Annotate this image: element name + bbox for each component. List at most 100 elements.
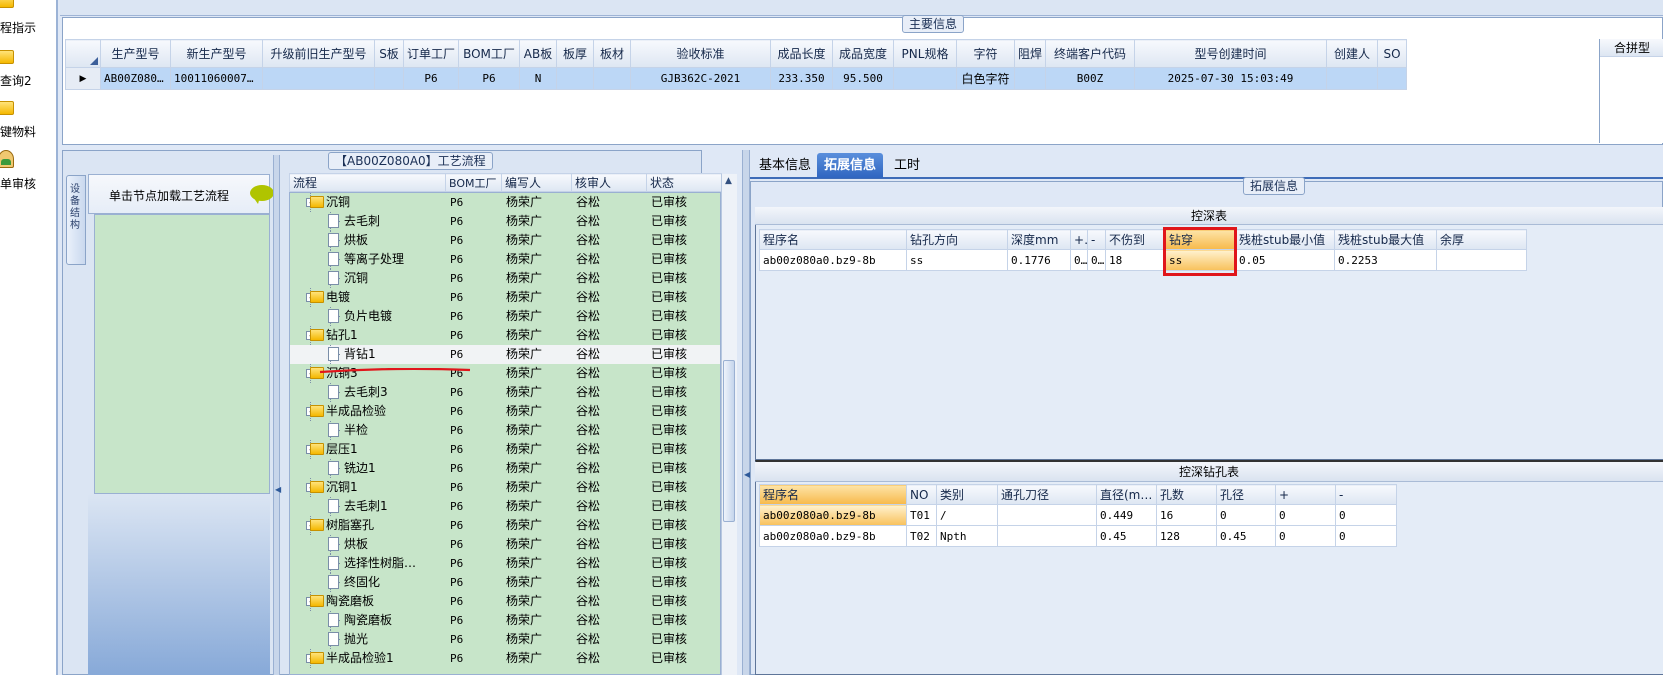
- tree-leaf-node[interactable]: 沉铜 P6 杨荣广 谷松 已审核: [290, 269, 720, 288]
- col-header[interactable]: 直径(mm): [1096, 484, 1157, 505]
- col-header[interactable]: +: [1070, 229, 1088, 250]
- tree-group-node[interactable]: -沉铜P6杨荣广谷松已审核: [290, 193, 720, 212]
- cell[interactable]: P6: [458, 67, 520, 90]
- tree-group-node[interactable]: -半成品检验P6杨荣广谷松已审核: [290, 402, 720, 421]
- tree-group-node[interactable]: -钻孔1P6杨荣广谷松已审核: [290, 326, 720, 345]
- tree-leaf-node[interactable]: 烘板 P6 杨荣广 谷松 已审核: [290, 231, 720, 250]
- col-header[interactable]: -: [1335, 484, 1397, 505]
- col-header[interactable]: BOM工厂: [445, 173, 502, 192]
- cell[interactable]: B00Z: [1045, 67, 1135, 90]
- col-header[interactable]: 程序名: [759, 229, 907, 250]
- tree-leaf-node[interactable]: 去毛刺3 P6 杨荣广 谷松 已审核: [290, 383, 720, 402]
- cell[interactable]: [1436, 249, 1527, 271]
- cell[interactable]: [374, 67, 404, 90]
- col-header[interactable]: 不伤到: [1105, 229, 1166, 250]
- tree-group-node[interactable]: -层压1P6杨荣广谷松已审核: [290, 440, 720, 459]
- cell[interactable]: [262, 67, 375, 90]
- col-header[interactable]: 残桩stub最小值: [1235, 229, 1335, 250]
- table-row[interactable]: ab00z080a0.bz9-8b ss 0.1776 0.… 0.… 18 s…: [759, 249, 1527, 271]
- col-header[interactable]: 成品宽度: [832, 39, 894, 68]
- cell[interactable]: 0.…: [1070, 249, 1088, 271]
- splitter-right[interactable]: ◀: [742, 150, 750, 675]
- main-info-row[interactable]: ▶ AB00Z080A0 10011060007152 P6 P6 N GJB3…: [65, 67, 1649, 90]
- cell[interactable]: [997, 504, 1097, 526]
- col-header[interactable]: 板材: [593, 39, 631, 68]
- col-header[interactable]: 板厚: [556, 39, 594, 68]
- cell[interactable]: 0.2253: [1334, 249, 1437, 271]
- cell[interactable]: ss: [906, 249, 1008, 271]
- cell[interactable]: 0: [1275, 525, 1336, 547]
- cell[interactable]: GJB362C-2021: [630, 67, 771, 90]
- col-header[interactable]: 验收标准: [630, 39, 771, 68]
- cell[interactable]: [1377, 67, 1407, 90]
- cell[interactable]: 0: [1335, 525, 1397, 547]
- tree-leaf-node[interactable]: 等离子处理 P6 杨荣广 谷松 已审核: [290, 250, 720, 269]
- cell[interactable]: [997, 525, 1097, 547]
- tab-basic-info[interactable]: 基本信息: [752, 153, 818, 178]
- col-header[interactable]: 孔数: [1156, 484, 1217, 505]
- cell[interactable]: T02: [906, 525, 937, 547]
- col-header[interactable]: 余厚: [1436, 229, 1527, 250]
- cell[interactable]: [1014, 67, 1046, 90]
- cell[interactable]: 16: [1156, 504, 1217, 526]
- tree-leaf-node[interactable]: 陶瓷磨板 P6 杨荣广 谷松 已审核: [290, 611, 720, 630]
- col-header[interactable]: 流程: [289, 173, 446, 192]
- tree-leaf-node[interactable]: 负片电镀 P6 杨荣广 谷松 已审核: [290, 307, 720, 326]
- col-header[interactable]: AB板: [519, 39, 557, 68]
- col-header[interactable]: 钻孔方向: [906, 229, 1008, 250]
- col-header[interactable]: 孔径: [1216, 484, 1276, 505]
- col-header[interactable]: 字符: [956, 39, 1015, 68]
- tree-group-node[interactable]: -陶瓷磨板P6杨荣广谷松已审核: [290, 592, 720, 611]
- cell[interactable]: [1326, 67, 1378, 90]
- cell[interactable]: ab00z080a0.bz9-8b: [759, 249, 907, 271]
- cell[interactable]: [893, 67, 957, 90]
- col-header[interactable]: 核审人: [571, 173, 647, 192]
- col-header[interactable]: 阻焊: [1014, 39, 1046, 68]
- cell[interactable]: 0.05: [1235, 249, 1335, 271]
- tree-leaf-node[interactable]: 选择性树脂… P6 杨荣广 谷松 已审核: [290, 554, 720, 573]
- cell-selected[interactable]: ab00z080a0.bz9-8b: [759, 504, 907, 526]
- cell[interactable]: 128: [1156, 525, 1217, 547]
- col-header-program[interactable]: 程序名: [759, 484, 907, 505]
- cell[interactable]: ab00z080a0.bz9-8b: [759, 525, 907, 547]
- tree-leaf-node[interactable]: 抛光 P6 杨荣广 谷松 已审核: [290, 630, 720, 649]
- tree-group-node[interactable]: -半成品检验1P6杨荣广谷松已审核: [290, 649, 720, 668]
- speech-bubble-icon[interactable]: [250, 185, 274, 204]
- col-header[interactable]: PNL规格: [893, 39, 957, 68]
- cell[interactable]: 0: [1275, 504, 1336, 526]
- cell[interactable]: [556, 67, 594, 90]
- cell[interactable]: Npth: [936, 525, 998, 547]
- equipment-structure-tab[interactable]: 设备结构: [66, 175, 86, 265]
- col-header[interactable]: 残桩stub最大值: [1334, 229, 1437, 250]
- scroll-up-icon[interactable]: ▲: [725, 176, 732, 186]
- col-header[interactable]: BOM工厂: [458, 39, 520, 68]
- splitter-left[interactable]: ◀: [273, 155, 281, 675]
- cell[interactable]: 0: [1216, 504, 1276, 526]
- cell[interactable]: 233.350: [770, 67, 833, 90]
- col-header[interactable]: 型号创建时间: [1134, 39, 1327, 68]
- col-header[interactable]: 类别: [936, 484, 998, 505]
- tree-scrollbar-thumb[interactable]: [723, 360, 735, 522]
- cell[interactable]: N: [519, 67, 557, 90]
- cell[interactable]: 18: [1105, 249, 1166, 271]
- cell[interactable]: 0.45: [1096, 525, 1157, 547]
- tab-work-hours[interactable]: 工时: [887, 153, 927, 178]
- table-row[interactable]: ab00z080a0.bz9-8b T01 / 0.449 16 0 0 0: [759, 504, 1397, 526]
- col-header[interactable]: 新生产型号: [170, 39, 263, 68]
- col-header[interactable]: 升级前旧生产型号: [262, 39, 375, 68]
- tree-group-node[interactable]: -电镀P6杨荣广谷松已审核: [290, 288, 720, 307]
- cell[interactable]: /: [936, 504, 998, 526]
- cell[interactable]: 0.…: [1087, 249, 1106, 271]
- col-header[interactable]: SO: [1377, 39, 1407, 68]
- cell[interactable]: 0.449: [1096, 504, 1157, 526]
- cell[interactable]: 0: [1335, 504, 1397, 526]
- col-header[interactable]: 编写人: [501, 173, 572, 192]
- tree-leaf-node[interactable]: 去毛刺1 P6 杨荣广 谷松 已审核: [290, 497, 720, 516]
- col-header[interactable]: 订单工厂: [403, 39, 459, 68]
- col-header[interactable]: NO: [906, 484, 937, 505]
- cell[interactable]: 2025-07-30 15:03:49: [1134, 67, 1327, 90]
- tree-leaf-node[interactable]: 去毛刺 P6 杨荣广 谷松 已审核: [290, 212, 720, 231]
- col-header[interactable]: S板: [374, 39, 404, 68]
- tree-group-node[interactable]: -沉铜1P6杨荣广谷松已审核: [290, 478, 720, 497]
- col-header[interactable]: +: [1275, 484, 1336, 505]
